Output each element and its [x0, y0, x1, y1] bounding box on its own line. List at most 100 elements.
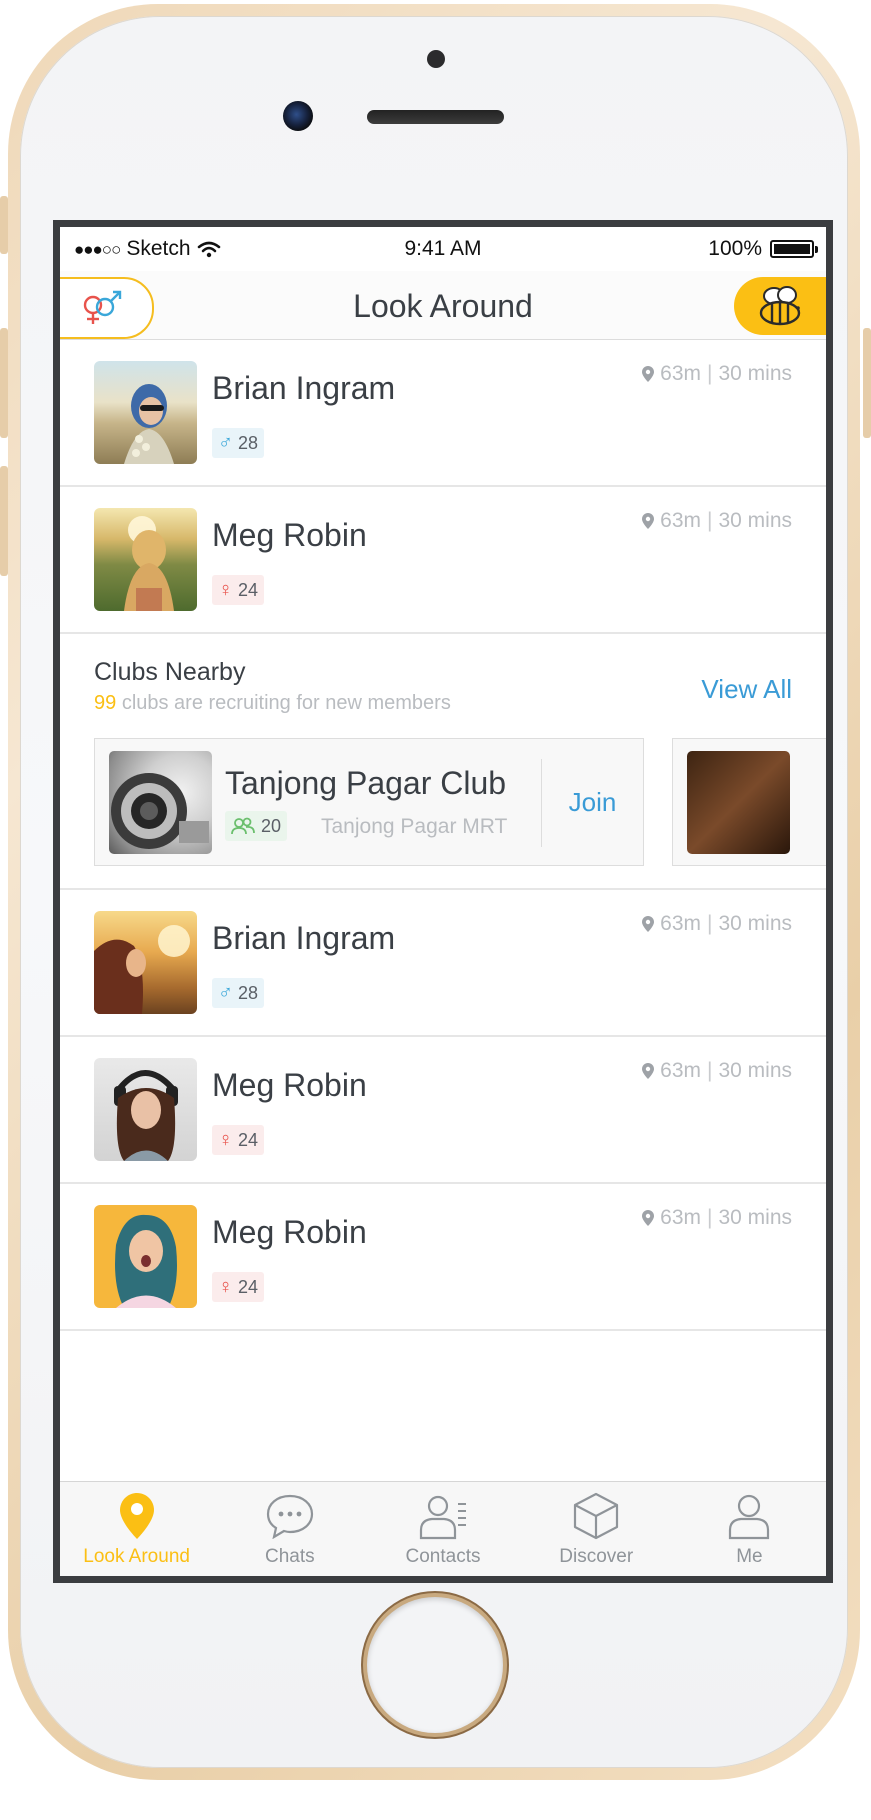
- age: 24: [238, 1276, 259, 1297]
- club-member-count: 20: [261, 815, 282, 836]
- separator: |: [707, 1059, 713, 1082]
- separator: |: [707, 362, 713, 385]
- age: 28: [238, 982, 259, 1003]
- earpiece-speaker: [367, 110, 504, 124]
- person-icon: [729, 1494, 770, 1540]
- age: 24: [238, 1129, 259, 1150]
- location-pin-icon: [642, 1063, 655, 1079]
- clubs-subtitle-text: clubs are recruiting for new members: [121, 692, 451, 714]
- last-active: 30 mins: [718, 912, 792, 935]
- gender-age-badge: ♂ 28: [212, 428, 265, 458]
- tab-discover[interactable]: Discover: [520, 1482, 673, 1576]
- avatar: [94, 361, 197, 464]
- last-active: 30 mins: [718, 1206, 792, 1229]
- contacts-icon: [419, 1495, 466, 1540]
- distance: 63m: [660, 912, 701, 935]
- battery-icon: [770, 240, 818, 258]
- list-item[interactable]: Meg Robin 63m | 30 mins ♀ 24: [60, 487, 826, 634]
- separator: |: [707, 912, 713, 935]
- tab-label: Discover: [559, 1546, 634, 1567]
- distance-meta: 63m | 30 mins: [642, 509, 792, 533]
- page-title: Look Around: [353, 288, 533, 324]
- club-members-badge: 20: [225, 811, 288, 841]
- club-image: [687, 751, 790, 854]
- navigation-bar: Look Around: [60, 271, 826, 340]
- club-image: [109, 751, 212, 854]
- list-item[interactable]: Meg Robin 63m | 30 mins ♀ 24: [60, 1037, 826, 1184]
- status-bar: ●●●○○ Sketch 9:41 AM 100%: [60, 227, 826, 271]
- volume-down-button: [0, 466, 8, 576]
- distance: 63m: [660, 509, 701, 532]
- club-card[interactable]: Tanjong Pagar Club 20 Tanjong Pagar MRT …: [94, 738, 644, 866]
- clubs-count: 99: [94, 692, 117, 714]
- gender-age-badge: ♀ 24: [212, 1272, 265, 1302]
- distance: 63m: [660, 1206, 701, 1229]
- clubs-section-title: Clubs Nearby: [94, 658, 246, 686]
- separator: |: [707, 1206, 713, 1229]
- female-symbol-icon: ♀: [218, 578, 233, 601]
- club-location: Tanjong Pagar MRT: [321, 815, 508, 838]
- cube-icon: [574, 1492, 619, 1540]
- tab-bar: Look Around Chats Contacts Discover Me: [60, 1481, 826, 1576]
- tab-contacts[interactable]: Contacts: [366, 1482, 519, 1576]
- power-button: [863, 328, 871, 438]
- location-pin-icon: [642, 366, 655, 382]
- person-name: Brian Ingram: [212, 370, 396, 406]
- proximity-sensor: [427, 50, 445, 68]
- group-icon: [231, 817, 255, 835]
- location-pin-icon: [642, 916, 655, 932]
- volume-up-button: [0, 328, 8, 438]
- front-camera: [283, 101, 313, 131]
- tab-look-around[interactable]: Look Around: [60, 1482, 213, 1576]
- list-item[interactable]: Brian Ingram 63m | 30 mins ♂ 28: [60, 340, 826, 487]
- tab-label: Chats: [264, 1546, 315, 1567]
- tab-me[interactable]: Me: [673, 1482, 826, 1576]
- last-active: 30 mins: [718, 1059, 792, 1082]
- club-name: Tanjong Pagar Club: [225, 765, 507, 801]
- last-active: 30 mins: [718, 362, 792, 385]
- mute-switch: [0, 196, 8, 254]
- tab-label: Me: [736, 1546, 763, 1567]
- location-pin-icon: [119, 1493, 154, 1539]
- person-name: Meg Robin: [212, 517, 367, 553]
- tab-label: Look Around: [83, 1546, 190, 1567]
- age: 24: [238, 579, 259, 600]
- female-symbol-icon: ♀: [218, 1128, 233, 1151]
- distance: 63m: [660, 1059, 701, 1082]
- male-symbol-icon: ♂: [218, 431, 233, 454]
- clubs-nearby-section: Clubs Nearby 99 clubs are recruiting for…: [60, 634, 826, 890]
- location-pin-icon: [642, 1210, 655, 1226]
- status-right: 100%: [708, 237, 818, 261]
- chat-bubble-icon: [266, 1494, 313, 1539]
- view-all-link[interactable]: View All: [701, 674, 792, 705]
- distance-meta: 63m | 30 mins: [642, 1059, 792, 1083]
- gender-age-badge: ♂ 28: [212, 978, 265, 1008]
- male-symbol-icon: ♂: [218, 981, 233, 1004]
- bee-button[interactable]: [734, 277, 826, 335]
- club-card[interactable]: [672, 738, 826, 866]
- gender-age-badge: ♀ 24: [212, 1125, 265, 1155]
- location-pin-icon: [642, 513, 655, 529]
- person-name: Brian Ingram: [212, 920, 396, 956]
- female-symbol-icon: ♀: [218, 1275, 233, 1298]
- battery-percent: 100%: [708, 237, 762, 260]
- distance-meta: 63m | 30 mins: [642, 362, 792, 386]
- separator: |: [707, 509, 713, 532]
- distance: 63m: [660, 362, 701, 385]
- clubs-section-subtitle: 99 clubs are recruiting for new members: [94, 692, 451, 715]
- people-list: Brian Ingram 63m | 30 mins ♂ 28 Meg Robi…: [60, 340, 826, 1331]
- gender-age-badge: ♀ 24: [212, 575, 265, 605]
- tab-chats[interactable]: Chats: [213, 1482, 366, 1576]
- phone-screen: ●●●○○ Sketch 9:41 AM 100% Look Around Br…: [53, 220, 833, 1583]
- join-button[interactable]: Join: [542, 787, 643, 818]
- person-name: Meg Robin: [212, 1214, 367, 1250]
- person-name: Meg Robin: [212, 1067, 367, 1103]
- distance-meta: 63m | 30 mins: [642, 912, 792, 936]
- age: 28: [238, 432, 259, 453]
- list-item[interactable]: Meg Robin 63m | 30 mins ♀ 24: [60, 1184, 826, 1331]
- distance-meta: 63m | 30 mins: [642, 1206, 792, 1230]
- list-item[interactable]: Brian Ingram 63m | 30 mins ♂ 28: [60, 890, 826, 1037]
- avatar: [94, 508, 197, 611]
- avatar: [94, 1058, 197, 1161]
- home-button[interactable]: [367, 1597, 503, 1733]
